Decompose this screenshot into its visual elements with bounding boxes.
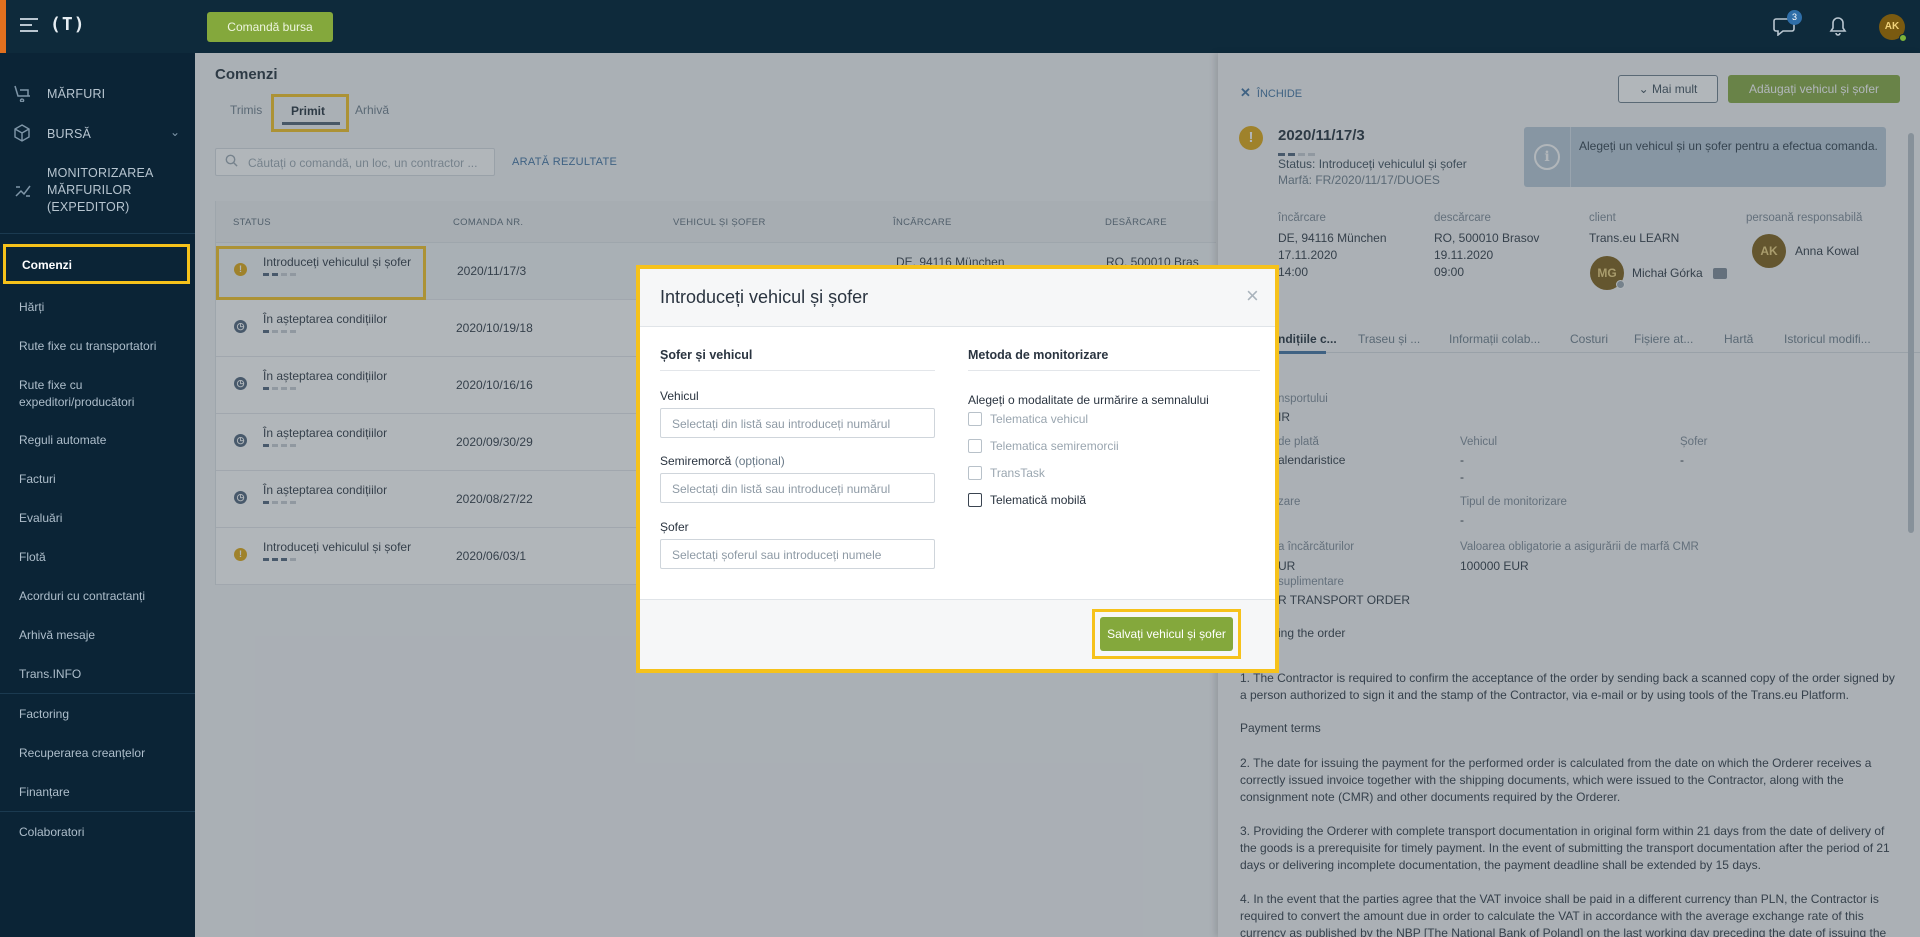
top-bar: (T) Comandă bursa 3 AK [0,0,1920,53]
bell-icon[interactable] [1827,16,1849,36]
monitoring-section-title: Metoda de monitorizare [968,348,1109,362]
tracking-hint: Alegeți o modalitate de urmărire a semna… [968,393,1209,407]
sidebar-item-marfuri[interactable]: MĂRFURI [0,84,195,104]
vehicle-input[interactable]: Selectați din listă sau introduceți numă… [660,408,935,438]
sidebar-item-comenzi[interactable]: Comenzi [3,244,190,284]
app-logo[interactable]: (T) [50,14,86,35]
modal-title: Introduceți vehicul și șofer [660,287,869,307]
messages-badge: 3 [1787,10,1802,25]
chevron-down-icon[interactable]: ⌄ [170,125,180,139]
driver-input[interactable]: Selectați șoferul sau introduceți numele [660,539,935,569]
sidebar-divider [0,233,195,234]
cargo-icon [13,84,33,107]
driver-vehicle-section-title: Șofer și vehicul [660,348,753,362]
trailer-label: Semiremorcă (opțional) [660,454,785,468]
sidebar-item-monitorizare[interactable]: MONITORIZAREA MĂRFURILOR (EXPEDITOR) [0,165,195,219]
box-icon [13,124,31,147]
sidebar-divider [0,811,195,812]
driver-label: Șofer [660,520,689,534]
sidebar-divider [0,693,195,694]
modal-footer: Salvați vehicul și șofer [640,599,1275,669]
close-icon[interactable]: × [1246,283,1259,309]
tracking-icon [13,181,33,206]
sidebar-item-bursa[interactable]: BURSĂ ⌄ [0,124,195,144]
comanda-bursa-button[interactable]: Comandă bursa [207,12,333,42]
online-status-dot [1899,34,1907,42]
vehicle-driver-modal: Introduceți vehicul și șofer × Șofer și … [640,269,1275,669]
vehicle-label: Vehicul [660,389,699,403]
trailer-input[interactable]: Selectați din listă sau introduceți numă… [660,473,935,503]
modal-header: Introduceți vehicul și șofer × [640,269,1275,327]
menu-icon[interactable] [20,18,38,32]
accent-strip [0,0,6,53]
save-vehicle-driver-button[interactable]: Salvați vehicul și șofer [1100,617,1233,651]
